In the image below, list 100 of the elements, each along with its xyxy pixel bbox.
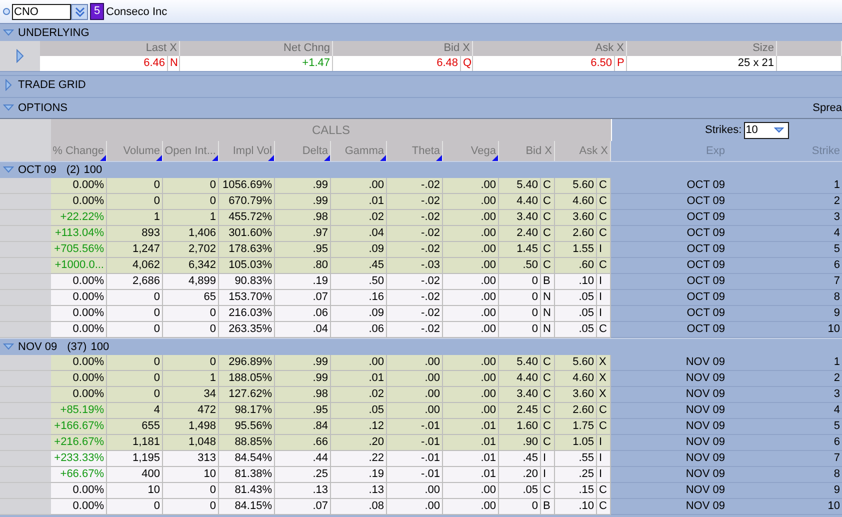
table-cell: 105.03% xyxy=(219,258,275,274)
section-title[interactable]: OPTIONS xyxy=(18,102,68,114)
table-cell: 2 xyxy=(727,194,842,210)
table-cell: .08 xyxy=(331,499,387,515)
section-toggle-icon[interactable] xyxy=(3,103,14,113)
column-header[interactable]: Vega xyxy=(443,141,499,161)
row-gutter[interactable] xyxy=(0,403,51,419)
row-gutter[interactable] xyxy=(0,306,51,322)
symbol-field[interactable]: CNO xyxy=(12,4,71,20)
column-header[interactable]: Bid X xyxy=(333,41,473,56)
table-cell: .55 xyxy=(555,451,597,467)
row-gutter[interactable] xyxy=(0,419,51,435)
row-gutter[interactable] xyxy=(0,178,51,194)
row-gutter[interactable] xyxy=(0,210,51,226)
section-toggle-icon[interactable] xyxy=(3,28,14,38)
row-gutter[interactable] xyxy=(0,274,51,290)
table-cell: 178.63% xyxy=(219,242,275,258)
row-gutter[interactable] xyxy=(0,371,51,387)
table-cell: .04 xyxy=(275,322,331,338)
column-header[interactable]: Size xyxy=(627,41,777,56)
column-header[interactable]: Theta xyxy=(387,141,443,161)
table-cell: 9 xyxy=(727,483,842,499)
link-badge[interactable]: 5 xyxy=(90,3,104,20)
row-gutter[interactable] xyxy=(0,499,51,515)
column-header[interactable]: Bid X xyxy=(499,141,555,161)
row-gutter[interactable] xyxy=(0,483,51,499)
table-cell: C xyxy=(597,483,611,499)
table-cell: 2.45 xyxy=(499,403,541,419)
dropdown-button[interactable] xyxy=(71,4,88,20)
table-cell: 0.00% xyxy=(51,499,107,515)
table-cell: OCT 09 xyxy=(611,242,727,258)
table-cell: NOV 09 xyxy=(611,387,727,403)
table-cell: 10 xyxy=(107,483,163,499)
column-header[interactable]: Ask X xyxy=(555,141,611,161)
table-cell: 301.60% xyxy=(219,226,275,242)
table-cell: 3 xyxy=(727,387,842,403)
table-cell: I xyxy=(541,467,555,483)
table-cell: 0.00% xyxy=(51,371,107,387)
table-cell: .99 xyxy=(275,355,331,371)
table-cell: .99 xyxy=(275,194,331,210)
row-gutter[interactable] xyxy=(0,322,51,338)
row-gutter[interactable] xyxy=(0,290,51,306)
table-cell: .00 xyxy=(443,355,499,371)
column-header[interactable]: Open Int... xyxy=(163,141,219,161)
table-cell: 10 xyxy=(163,467,219,483)
row-gutter[interactable] xyxy=(0,226,51,242)
table-cell: I xyxy=(597,451,611,467)
table-cell: 0 xyxy=(163,499,219,515)
group-header[interactable]: NOV 09 (37) 100 xyxy=(0,338,842,355)
column-header[interactable]: Net Chng xyxy=(180,41,333,56)
column-header[interactable]: Ask X xyxy=(473,41,627,56)
table-cell: 4 xyxy=(727,226,842,242)
table-cell: .02 xyxy=(331,387,387,403)
table-cell: 0 xyxy=(107,355,163,371)
group-toggle-icon[interactable] xyxy=(3,342,14,352)
table-cell: .45 xyxy=(499,451,541,467)
column-header[interactable]: Delta xyxy=(275,141,331,161)
table-cell: 81.43% xyxy=(219,483,275,499)
table-cell: 0.00% xyxy=(51,290,107,306)
table-cell: .98 xyxy=(275,210,331,226)
column-header[interactable]: Last X xyxy=(40,41,180,56)
status-dot-icon xyxy=(3,8,10,15)
calls-header: CALLS xyxy=(51,119,611,141)
column-header[interactable]: Volume xyxy=(107,141,163,161)
section-header[interactable]: TRADE GRID xyxy=(0,75,842,94)
row-gutter[interactable] xyxy=(0,467,51,483)
table-cell: C xyxy=(541,435,555,451)
spread-label[interactable]: Sprea xyxy=(812,102,842,114)
row-toggle-icon[interactable] xyxy=(15,49,25,63)
table-cell: .00 xyxy=(331,355,387,371)
column-header[interactable]: % Change xyxy=(51,141,107,161)
table-cell: .00 xyxy=(387,355,443,371)
strikes-dropdown[interactable]: 10 xyxy=(744,122,789,138)
column-header[interactable]: Impl Vol xyxy=(219,141,275,161)
row-gutter[interactable] xyxy=(0,387,51,403)
table-cell: 0 xyxy=(499,322,541,338)
table-cell: .84 xyxy=(275,419,331,435)
table-cell: +22.22% xyxy=(51,210,107,226)
group-toggle-icon[interactable] xyxy=(3,165,14,175)
table-cell: 3.40 xyxy=(499,387,541,403)
row-gutter[interactable] xyxy=(0,435,51,451)
row-gutter[interactable] xyxy=(0,355,51,371)
table-cell: C xyxy=(597,258,611,274)
table-cell: C xyxy=(541,194,555,210)
group-header[interactable]: OCT 09 (2) 100 xyxy=(0,161,842,178)
row-gutter[interactable] xyxy=(0,451,51,467)
table-cell: OCT 09 xyxy=(611,306,727,322)
column-header[interactable]: Gamma xyxy=(331,141,387,161)
table-cell: 65 xyxy=(163,290,219,306)
table-cell: .05 xyxy=(331,403,387,419)
table-cell: 313 xyxy=(163,451,219,467)
section-toggle-icon[interactable] xyxy=(3,79,14,91)
table-cell: .00 xyxy=(443,258,499,274)
table-cell: .01 xyxy=(443,451,499,467)
table-cell: 296.89% xyxy=(219,355,275,371)
table-cell: 1.55 xyxy=(555,242,597,258)
row-gutter[interactable] xyxy=(0,194,51,210)
table-cell: .00 xyxy=(443,306,499,322)
row-gutter[interactable] xyxy=(0,242,51,258)
row-gutter[interactable] xyxy=(0,258,51,274)
